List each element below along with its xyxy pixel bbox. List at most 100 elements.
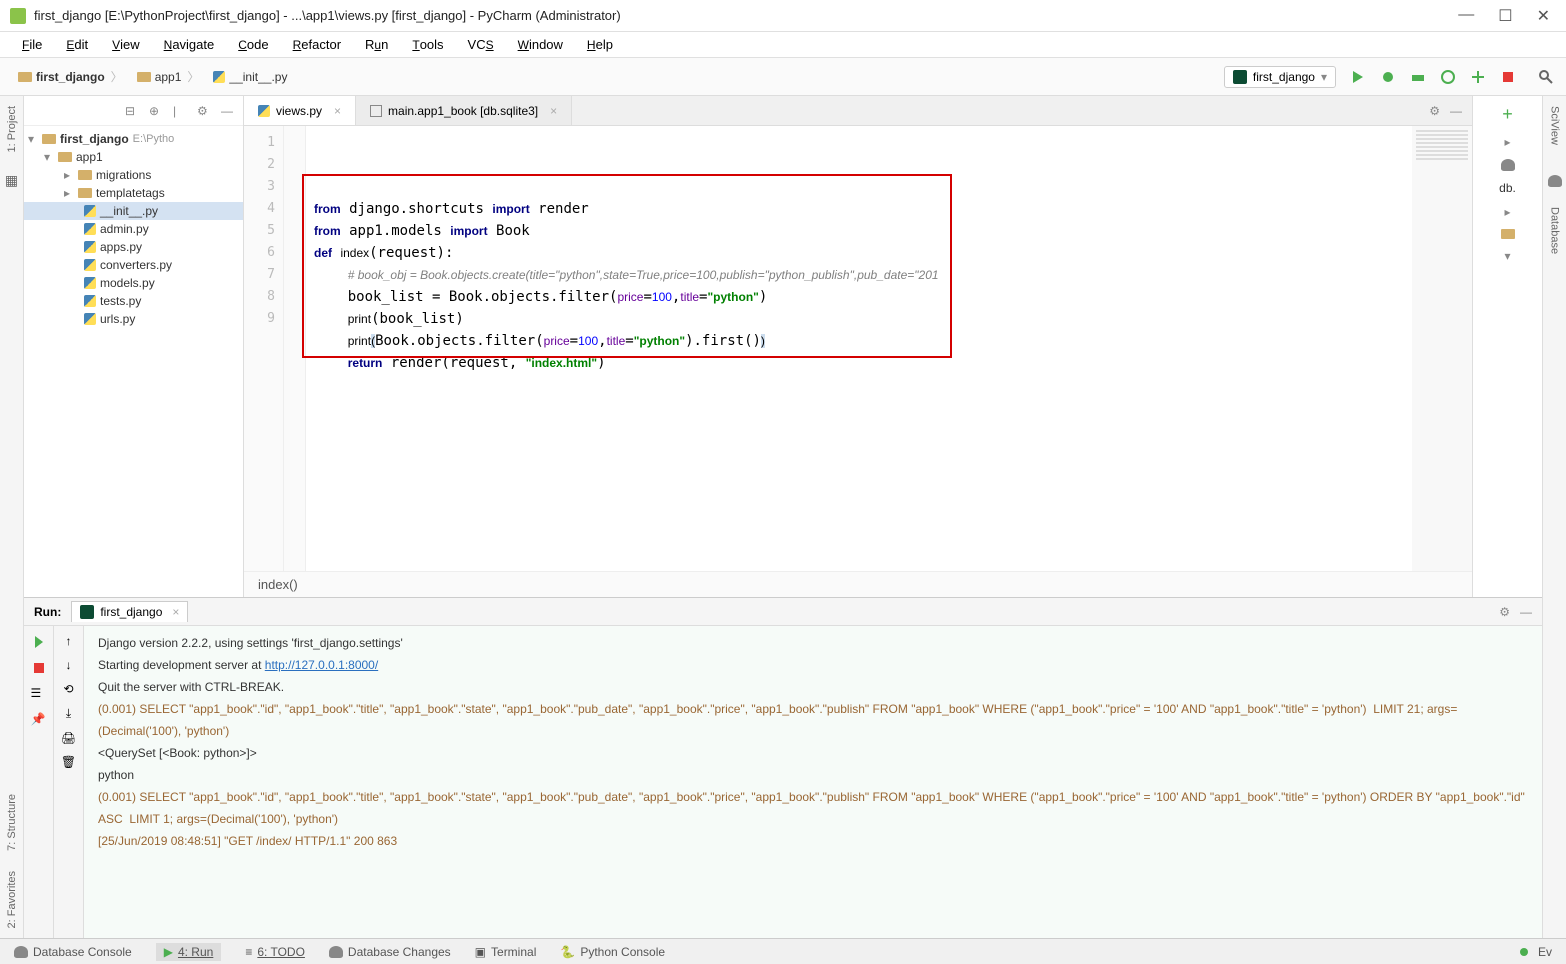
tree-apps[interactable]: apps.py bbox=[24, 238, 243, 256]
menu-edit[interactable]: Edit bbox=[56, 35, 98, 54]
wrap-icon[interactable]: ⟲ bbox=[63, 682, 73, 696]
debug-icon[interactable] bbox=[1380, 69, 1396, 85]
database-tool-button[interactable]: Database bbox=[1549, 207, 1561, 254]
tree-admin[interactable]: admin.py bbox=[24, 220, 243, 238]
tree-templatetags[interactable]: ▸ templatetags bbox=[24, 184, 243, 202]
menu-window[interactable]: Window bbox=[508, 35, 573, 54]
collapse-icon[interactable]: ⊟ bbox=[125, 104, 139, 118]
chevron-right-icon[interactable]: ▸ bbox=[1504, 135, 1510, 149]
project-tool-button[interactable]: 1: Project bbox=[6, 106, 18, 152]
status-db-console[interactable]: Database Console bbox=[14, 945, 132, 959]
window-title: first_django [E:\PythonProject\first_dja… bbox=[34, 8, 1458, 23]
menu-code[interactable]: Code bbox=[228, 35, 278, 54]
navigation-bar: first_django〉 app1〉 __init__.py first_dj… bbox=[0, 58, 1566, 96]
close-icon[interactable]: × bbox=[550, 104, 557, 118]
code-editor[interactable]: 123456789 from django.shortcuts import r… bbox=[244, 126, 1472, 571]
up-icon[interactable]: ↑ bbox=[66, 634, 72, 648]
sciview-tool-button[interactable]: SciView bbox=[1549, 106, 1561, 145]
chevron-right-icon[interactable]: ▸ bbox=[1504, 205, 1510, 219]
scroll-icon[interactable]: ⤓ bbox=[66, 706, 71, 721]
folder-icon bbox=[18, 72, 32, 82]
menu-run[interactable]: Run bbox=[355, 35, 398, 54]
target-icon[interactable]: ⊕ bbox=[149, 104, 163, 118]
hide-icon[interactable]: — bbox=[1450, 104, 1462, 118]
run-tab[interactable]: first_django× bbox=[71, 601, 188, 622]
tree-migrations[interactable]: ▸ migrations bbox=[24, 166, 243, 184]
close-button[interactable]: ✕ bbox=[1537, 6, 1550, 26]
status-db-changes[interactable]: Database Changes bbox=[329, 945, 451, 959]
status-terminal[interactable]: ▣ Terminal bbox=[475, 945, 537, 959]
python-icon bbox=[84, 259, 96, 271]
status-python-console[interactable]: 🐍 Python Console bbox=[560, 945, 665, 959]
tree-models[interactable]: models.py bbox=[24, 274, 243, 292]
profile-icon[interactable] bbox=[1440, 69, 1456, 85]
attach-icon[interactable] bbox=[1470, 69, 1486, 85]
menu-file[interactable]: File bbox=[12, 35, 52, 54]
python-icon bbox=[258, 105, 270, 117]
pin-icon[interactable]: 📌 bbox=[31, 712, 47, 728]
menu-refactor[interactable]: Refactor bbox=[283, 35, 351, 54]
breadcrumb-file[interactable]: __init__.py bbox=[207, 66, 293, 88]
breadcrumb-root[interactable]: first_django〉 bbox=[12, 64, 131, 89]
database-icon bbox=[329, 946, 343, 958]
run-icon[interactable] bbox=[1350, 69, 1366, 85]
python-icon bbox=[213, 71, 225, 83]
print-icon[interactable]: 🖨 bbox=[61, 731, 76, 745]
add-icon[interactable]: + bbox=[1502, 104, 1513, 125]
python-icon bbox=[84, 277, 96, 289]
folder-tool-icon[interactable]: ▦ bbox=[5, 172, 18, 189]
status-todo[interactable]: ≡ 6: TODO bbox=[245, 945, 305, 959]
status-run[interactable]: ▶4: Run bbox=[156, 943, 222, 961]
left-tool-stripe: 1: Project ▦ 7: Structure 2: Favorites bbox=[0, 96, 24, 938]
tab-views[interactable]: views.py× bbox=[244, 96, 356, 125]
folder-icon bbox=[78, 170, 92, 180]
search-icon[interactable] bbox=[1538, 69, 1554, 85]
gear-icon[interactable]: ⚙ bbox=[1429, 104, 1440, 118]
menu-tools[interactable]: Tools bbox=[402, 35, 453, 54]
run-configuration[interactable]: first_django ▾ bbox=[1224, 66, 1336, 88]
tree-root[interactable]: ▾ first_django E:\Pytho bbox=[24, 130, 243, 148]
project-tool-window: ⊟ ⊕ | ⚙ — ▾ first_django E:\Pytho ▾ app1… bbox=[24, 96, 244, 597]
console-output[interactable]: Django version 2.2.2, using settings 'fi… bbox=[84, 626, 1542, 938]
tree-init[interactable]: __init__.py bbox=[24, 202, 243, 220]
editor-breadcrumb[interactable]: index() bbox=[244, 571, 1472, 597]
minimap[interactable] bbox=[1412, 126, 1472, 571]
clear-icon[interactable]: 🗑 bbox=[61, 755, 76, 769]
down-icon[interactable]: ↓ bbox=[66, 658, 72, 672]
tab-db[interactable]: main.app1_book [db.sqlite3]× bbox=[356, 96, 572, 125]
layout-icon[interactable]: ☰ bbox=[31, 686, 47, 702]
hide-icon[interactable]: — bbox=[1520, 605, 1532, 619]
menu-navigate[interactable]: Navigate bbox=[154, 35, 225, 54]
breadcrumb-app1[interactable]: app1〉 bbox=[131, 64, 208, 89]
maximize-button[interactable]: ☐ bbox=[1498, 6, 1512, 26]
stop-icon[interactable] bbox=[31, 660, 47, 676]
tree-tests[interactable]: tests.py bbox=[24, 292, 243, 310]
django-icon bbox=[80, 605, 94, 619]
chevron-down-icon[interactable]: ▾ bbox=[1504, 249, 1510, 263]
database-tool-window: + ▸ db. ▸ ▾ bbox=[1472, 96, 1542, 597]
statusbar: Database Console ▶4: Run ≡ 6: TODO Datab… bbox=[0, 938, 1566, 964]
gear-icon[interactable]: ⚙ bbox=[1499, 605, 1510, 619]
database-icon[interactable] bbox=[1548, 175, 1562, 187]
tree-converters[interactable]: converters.py bbox=[24, 256, 243, 274]
db-label[interactable]: db. bbox=[1499, 181, 1516, 195]
menu-vcs[interactable]: VCS bbox=[458, 35, 504, 54]
menu-help[interactable]: Help bbox=[577, 35, 623, 54]
structure-tool-button[interactable]: 7: Structure bbox=[6, 794, 18, 851]
python-icon bbox=[84, 313, 96, 325]
stop-icon[interactable] bbox=[1500, 69, 1516, 85]
tree-urls[interactable]: urls.py bbox=[24, 310, 243, 328]
minimize-button[interactable]: — bbox=[1458, 6, 1474, 26]
run-toolbar-left: ☰ 📌 bbox=[24, 626, 54, 938]
status-event[interactable]: Ev bbox=[1538, 945, 1552, 959]
hide-icon[interactable]: — bbox=[221, 104, 235, 118]
tree-app1[interactable]: ▾ app1 bbox=[24, 148, 243, 166]
database-icon[interactable] bbox=[1501, 159, 1515, 171]
favorites-tool-button[interactable]: 2: Favorites bbox=[6, 871, 18, 928]
status-indicator-icon bbox=[1520, 948, 1528, 956]
menu-view[interactable]: View bbox=[102, 35, 150, 54]
gear-icon[interactable]: ⚙ bbox=[197, 104, 211, 118]
coverage-icon[interactable] bbox=[1410, 69, 1426, 85]
rerun-icon[interactable] bbox=[31, 634, 47, 650]
close-icon[interactable]: × bbox=[334, 104, 341, 118]
